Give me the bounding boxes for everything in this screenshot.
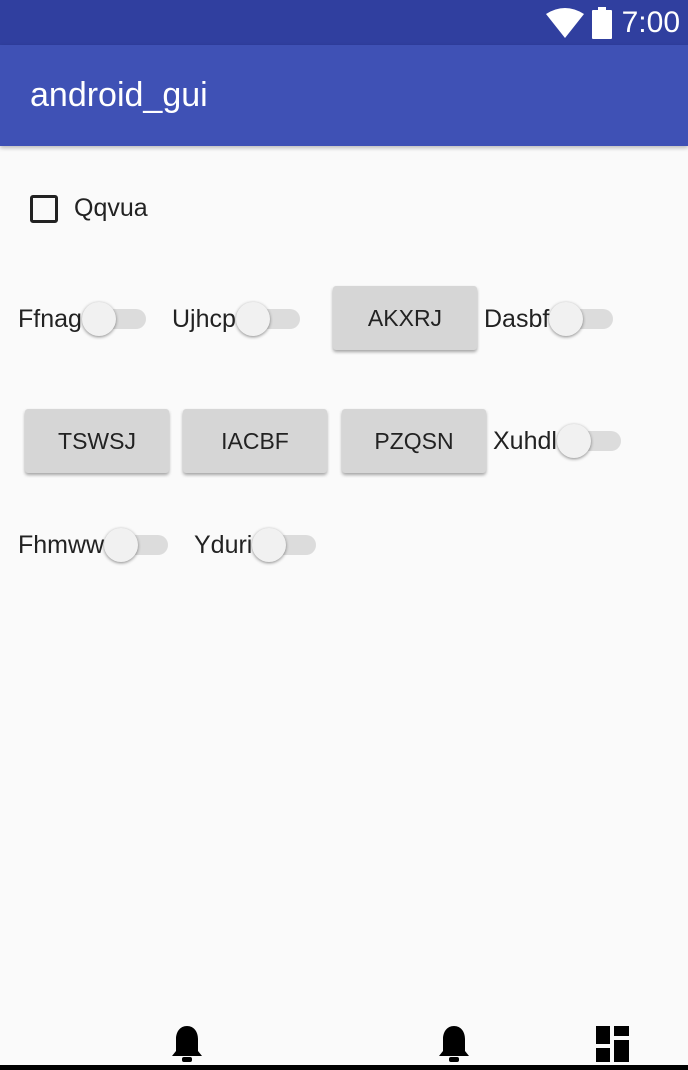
switch-dasbf[interactable]: Dasbf <box>484 302 614 336</box>
switch-yduri[interactable]: Yduri <box>194 528 317 562</box>
switch-fhmww[interactable]: Fhmww <box>18 528 169 562</box>
checkbox-label: Qqvua <box>74 194 148 222</box>
bell-icon[interactable] <box>171 1026 203 1067</box>
akxrj-button[interactable]: AKXRJ <box>333 286 477 350</box>
switch-thumb <box>81 302 116 336</box>
main-content: Qqvua Ffnag Ujhcp AKXRJ Dasbf TSWSJ IACB… <box>0 146 688 1026</box>
switch-toggle[interactable] <box>556 424 621 458</box>
switch-label: Ffnag <box>18 304 82 333</box>
switch-ujhcp[interactable]: Ujhcp <box>172 302 300 336</box>
app-title: android_gui <box>30 76 208 114</box>
bell-icon[interactable] <box>438 1026 470 1067</box>
iacbf-button[interactable]: IACBF <box>183 409 327 473</box>
switch-toggle[interactable] <box>235 302 300 336</box>
switch-thumb <box>235 302 270 336</box>
switch-toggle[interactable] <box>549 302 614 336</box>
switch-toggle[interactable] <box>252 528 317 562</box>
switch-xuhdl[interactable]: Xuhdl <box>493 424 621 458</box>
switch-label: Dasbf <box>484 304 550 333</box>
status-icons: 7:00 <box>545 6 680 40</box>
switch-toggle[interactable] <box>81 302 146 336</box>
nav-divider <box>0 1065 688 1070</box>
status-bar: 7:00 <box>0 0 688 45</box>
switch-thumb <box>556 424 591 458</box>
switch-toggle[interactable] <box>104 528 169 562</box>
switch-label: Ujhcp <box>172 304 236 333</box>
dashboard-icon[interactable] <box>596 1026 629 1067</box>
app-bar: android_gui <box>0 45 688 146</box>
status-clock: 7:00 <box>621 6 680 39</box>
pzqsn-button[interactable]: PZQSN <box>342 409 486 473</box>
checkbox-box[interactable] <box>30 194 58 223</box>
switch-thumb <box>104 528 139 562</box>
switch-label: Yduri <box>194 530 253 559</box>
switch-label: Fhmww <box>18 530 105 559</box>
switch-label: Xuhdl <box>493 426 557 455</box>
checkbox-qqvua[interactable]: Qqvua <box>30 194 148 223</box>
switch-thumb <box>549 302 584 336</box>
navigation-bar <box>0 1026 688 1070</box>
battery-icon <box>591 7 612 39</box>
switch-ffnag[interactable]: Ffnag <box>18 302 146 336</box>
switch-thumb <box>252 528 287 562</box>
wifi-icon <box>545 8 584 38</box>
tswsj-button[interactable]: TSWSJ <box>25 409 169 473</box>
